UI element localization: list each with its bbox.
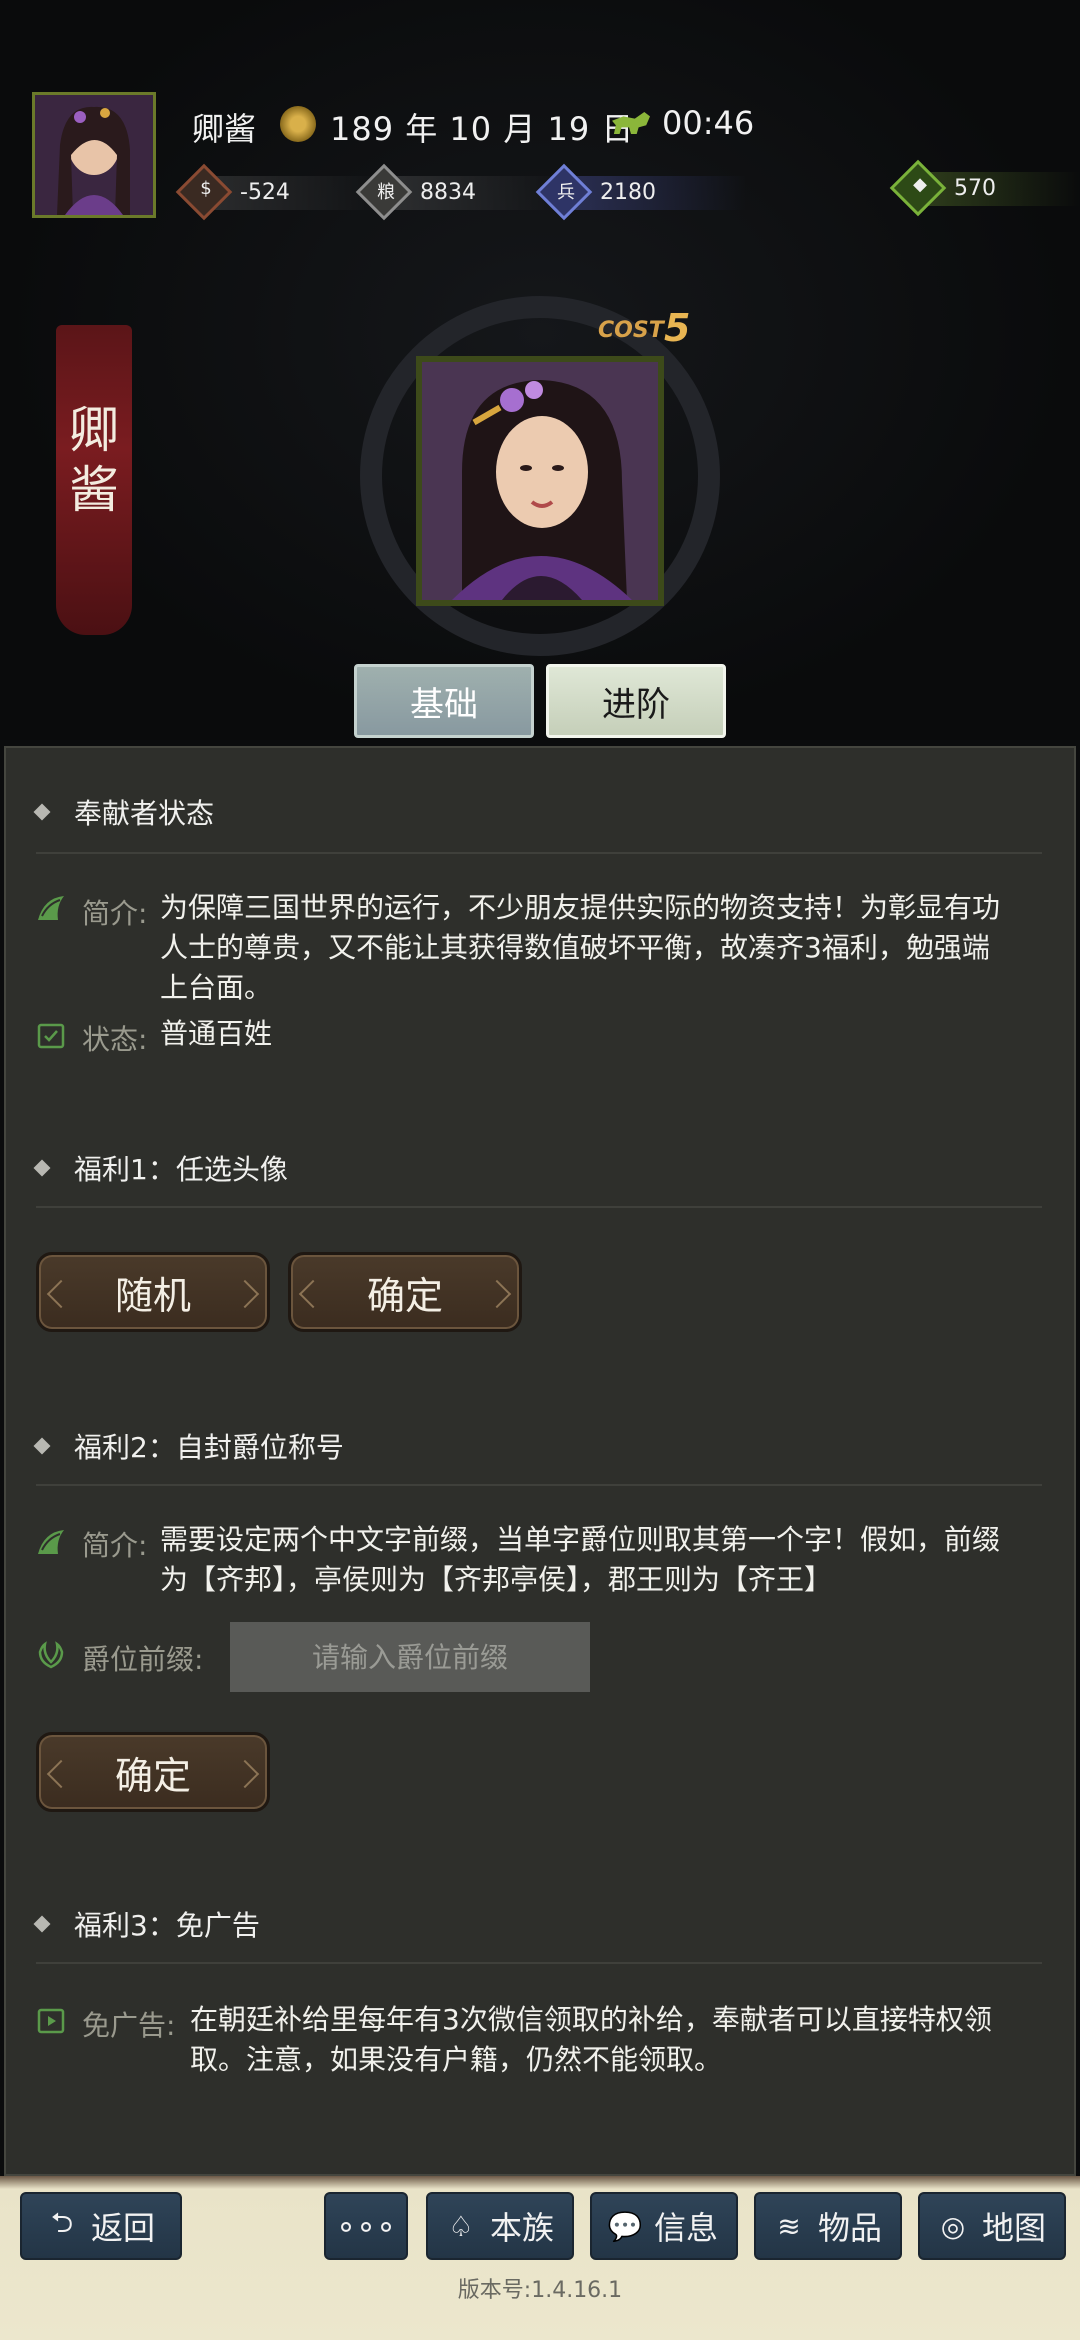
items-label: 物品 (817, 2209, 882, 2247)
seal-char-2: 酱 (69, 461, 119, 519)
map-label: 地图 (981, 2209, 1046, 2247)
player-name: 卿酱 (192, 110, 257, 148)
resource-value: 2180 (600, 180, 656, 205)
clan-icon: ♤ (448, 2209, 474, 2243)
divider (36, 852, 1042, 854)
resource-value: 570 (954, 176, 996, 201)
no-ads-label: 免广告: (82, 2009, 176, 2042)
prefix-label: 爵位前缀: (82, 1643, 204, 1676)
no-ads-text: 在朝廷补给里每年有3次微信领取的补给，奉献者可以直接特权领取。注意，如果没有户籍… (190, 2003, 992, 2076)
soldier-glyph: 兵 (557, 182, 575, 203)
tab-advanced[interactable]: 进阶 (546, 664, 726, 738)
divider (36, 1206, 1042, 1208)
back-button[interactable]: ⮌ 返回 (20, 2192, 182, 2260)
section-status-title: 奉献者状态 (33, 792, 214, 832)
bullet-diamond-icon (33, 1437, 51, 1455)
bullet-diamond-icon (33, 1159, 51, 1177)
scroll-icon (38, 896, 64, 920)
avatar-portrait-icon (35, 95, 153, 215)
divider (36, 1962, 1042, 1964)
clan-label: 本族 (489, 2209, 554, 2247)
resource-value: -524 (240, 180, 290, 205)
grain-glyph: 粮 (377, 182, 395, 203)
cost-label: COST (598, 318, 664, 343)
info-button[interactable]: 💬 信息 (590, 2192, 738, 2260)
resource-value: 8834 (420, 180, 476, 205)
map-button[interactable]: ◎ 地图 (918, 2192, 1066, 2260)
return-arrow-icon: ⮌ (50, 2206, 74, 2239)
cost-value: 5 (664, 306, 691, 350)
more-dots-icon: ∘∘∘ (335, 2207, 397, 2245)
clan-button[interactable]: ♤ 本族 (426, 2192, 574, 2260)
bullet-diamond-icon (33, 1915, 51, 1933)
resource-bar (566, 176, 746, 210)
more-button[interactable]: ∘∘∘ (324, 2192, 408, 2260)
info-label: 信息 (653, 2209, 718, 2247)
divider (36, 1484, 1042, 1486)
seal-char-1: 卿 (69, 401, 119, 459)
player-avatar[interactable] (32, 92, 156, 218)
laurel-icon (38, 1641, 64, 1669)
items-button[interactable]: ≋ 物品 (754, 2192, 902, 2260)
items-icon: ≋ (777, 2209, 801, 2243)
title-prefix-input[interactable] (230, 1622, 590, 1692)
calendar-emblem-icon (280, 106, 316, 142)
game-date: 189 年 10 月 19 日 (330, 110, 635, 148)
version-label: 版本号:1.4.16.1 (457, 2278, 623, 2303)
random-avatar-button[interactable]: 随机 (36, 1252, 270, 1332)
bullet-diamond-icon (33, 803, 51, 821)
section-benefit1-title: 福利1：任选头像 (33, 1148, 288, 1188)
seal-name: 卿 酱 (56, 400, 132, 520)
section-benefit2-title: 福利2：自封爵位称号 (33, 1426, 344, 1466)
gem-glyph: ◆ (913, 174, 927, 195)
video-play-icon (37, 2008, 65, 2034)
state-value: 普通百姓 (160, 1017, 273, 1050)
confirm-avatar-button[interactable]: 确定 (288, 1252, 522, 1332)
confirm-title-button[interactable]: 确定 (36, 1732, 270, 1812)
back-label: 返回 (90, 2209, 155, 2247)
benefit2-intro-text: 需要设定两个中文字前缀，当单字爵位则取其第一个字！假如，前缀为【齐邦】，亭侯则为… (160, 1523, 1001, 1596)
state-label: 状态: (82, 1023, 148, 1056)
character-portrait[interactable] (416, 356, 664, 606)
coin-glyph: $ (200, 178, 212, 199)
character-portrait-icon (422, 362, 658, 600)
intro-label: 简介: (82, 1529, 148, 1562)
scroll-icon (38, 1530, 64, 1554)
status-intro-text: 为保障三国世界的运行，不少朋友提供实际的物资支持！为彰显有功人士的尊贵，又不能让… (160, 891, 1001, 1004)
checklist-icon (37, 1023, 65, 1049)
game-time: 00:46 (662, 104, 755, 142)
section-benefit3-title: 福利3：免广告 (33, 1904, 260, 1944)
globe-icon: ◎ (940, 2209, 966, 2243)
chat-bubble-icon: 💬 (607, 2209, 643, 2243)
tab-basic[interactable]: 基础 (354, 664, 534, 738)
intro-label: 简介: (82, 897, 148, 930)
